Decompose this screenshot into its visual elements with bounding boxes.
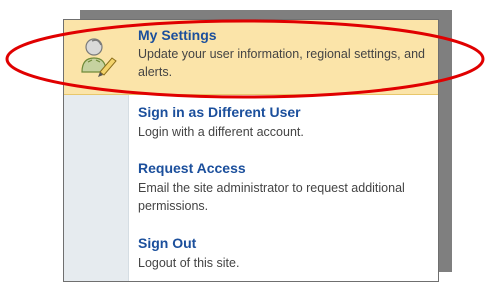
menu-item-sign-out[interactable]: Sign Out Logout of this site. [64, 235, 438, 280]
menu-item-description: Update your user information, regional s… [138, 47, 425, 79]
menu-item-description: Login with a different account. [138, 125, 304, 139]
menu-item-sign-in-different-user[interactable]: Sign in as Different User Login with a d… [64, 104, 438, 154]
menu-item-title[interactable]: Sign in as Different User [138, 104, 301, 120]
menu-item-description: Logout of this site. [138, 256, 240, 270]
menu-item-title[interactable]: Request Access [138, 160, 246, 176]
user-menu: My Settings Update your user information… [63, 19, 439, 282]
menu-item-description: Email the site administrator to request … [138, 181, 405, 213]
user-settings-icon [81, 38, 117, 77]
menu-item-title[interactable]: Sign Out [138, 235, 196, 251]
menu-item-title[interactable]: My Settings [138, 27, 217, 43]
menu-shadow-right [438, 10, 452, 272]
menu-item-my-settings[interactable]: My Settings Update your user information… [64, 20, 438, 95]
menu-item-request-access[interactable]: Request Access Email the site administra… [64, 160, 438, 226]
